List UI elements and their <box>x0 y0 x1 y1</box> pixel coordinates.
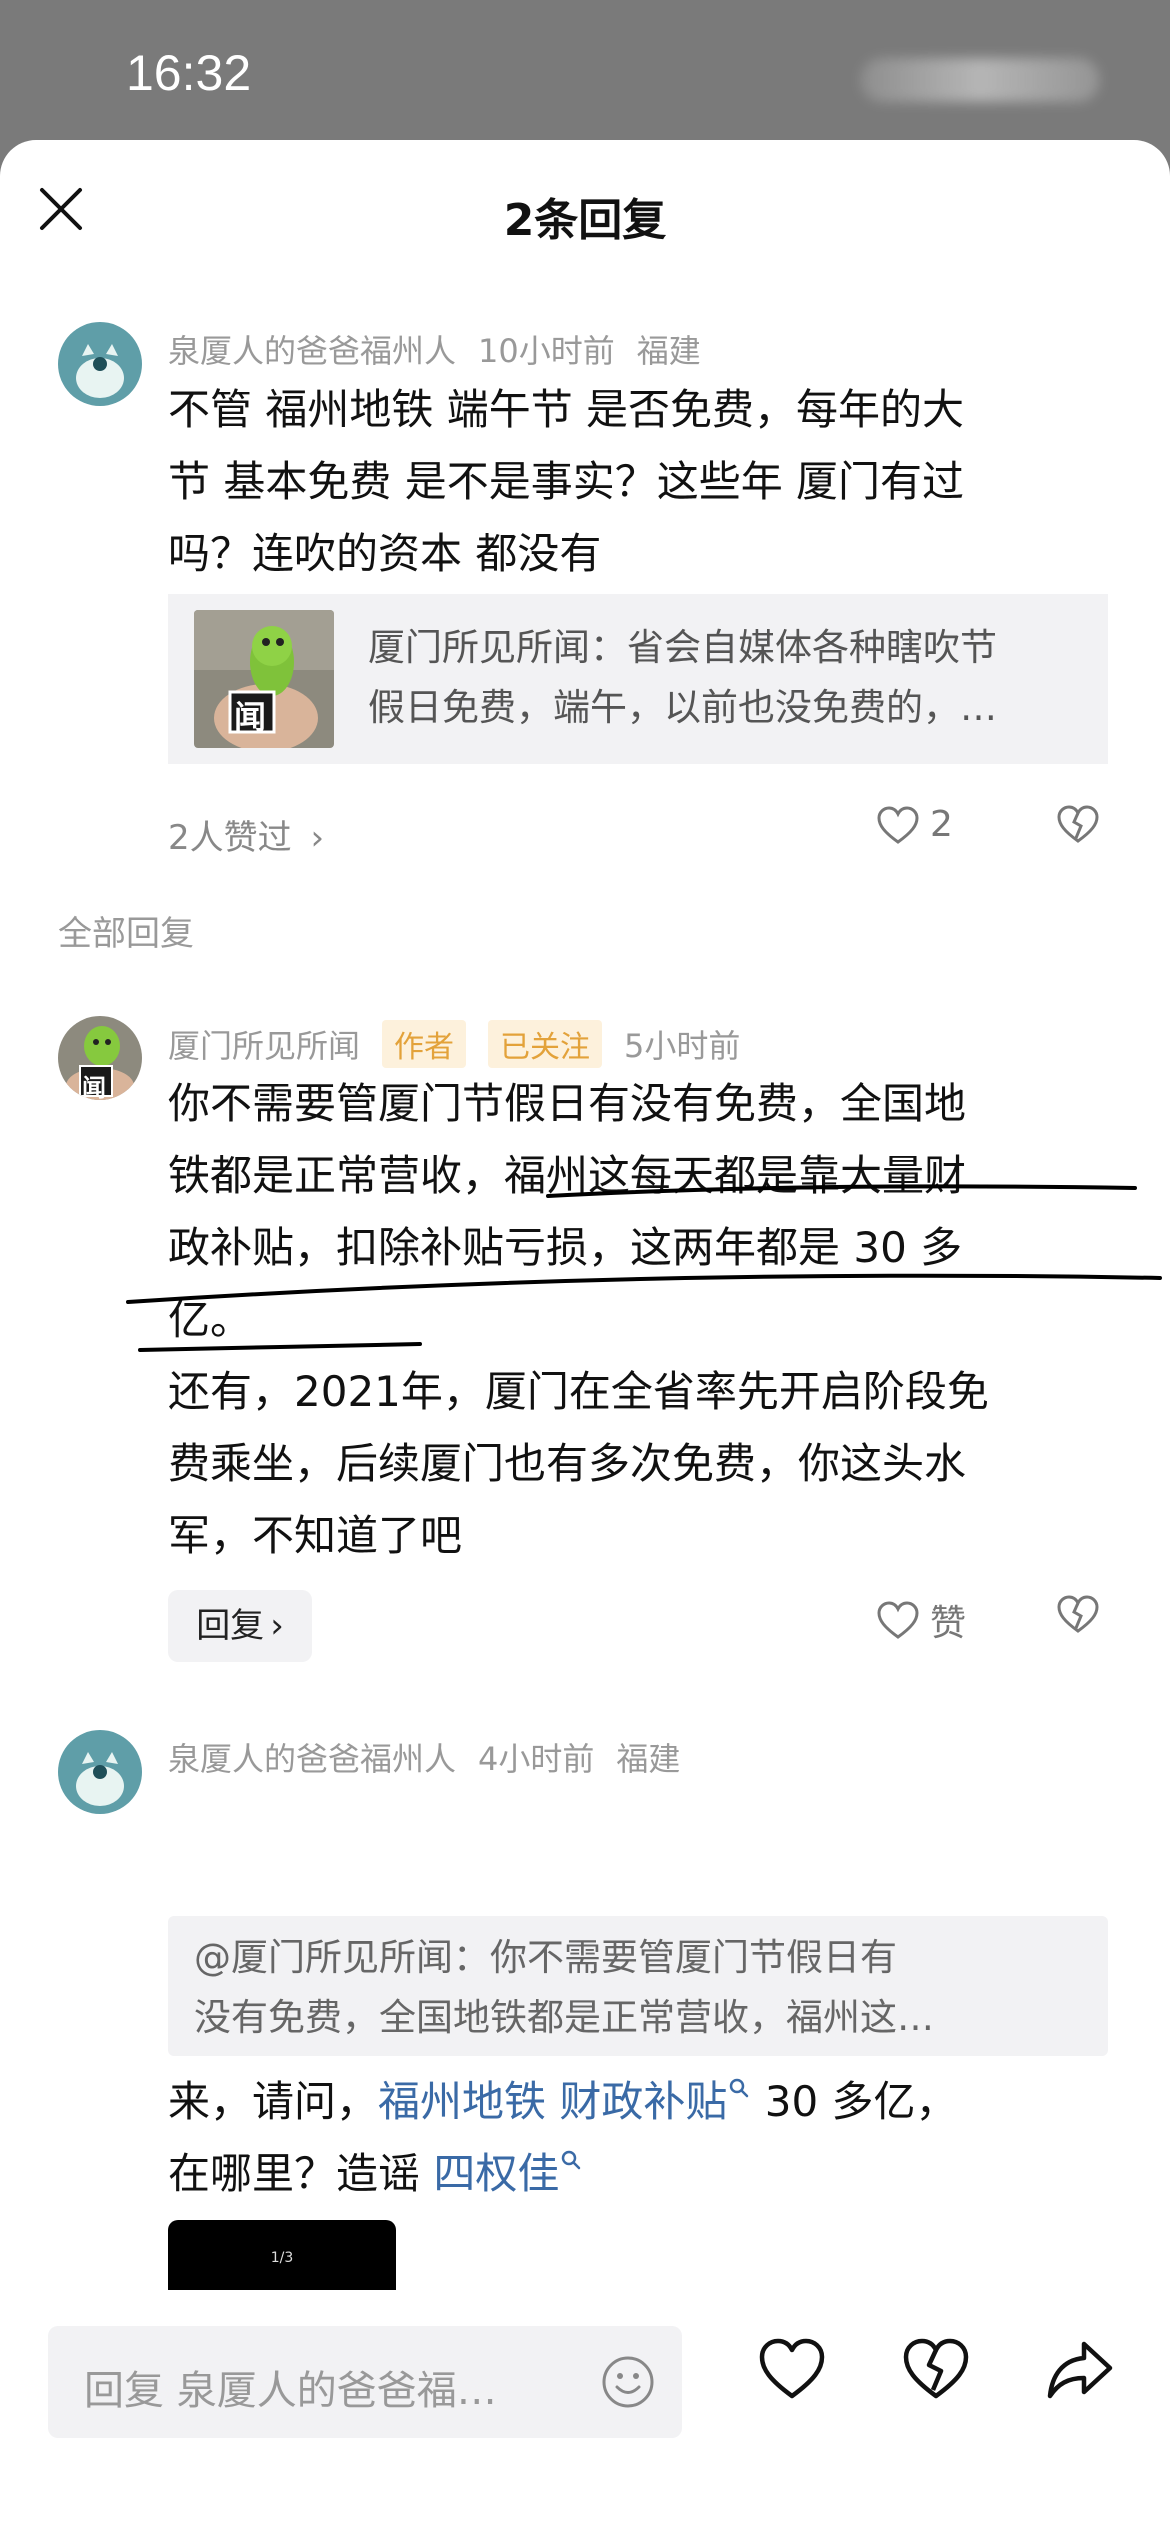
avatar-badge: 闻 <box>82 1074 106 1100</box>
comment-time: 10小时前 <box>478 332 615 370</box>
like-button[interactable]: 赞 <box>876 1594 966 1646</box>
search-link-label: 福州地铁 财政补贴 <box>378 2077 728 2126</box>
comment-time: 4小时前 <box>478 1740 595 1778</box>
avatar[interactable]: 闻 <box>58 1016 142 1100</box>
comment-line: 还有，2021年，厦门在全省率先开启阶段免 <box>168 1367 989 1416</box>
like-label: 赞 <box>930 1603 967 1644</box>
comment-text: 来，请问，福州地铁 财政补贴 30 多亿， 在哪里？造谣 四权佳 <box>168 2066 1128 2210</box>
comment-line: 在哪里？造谣 四权佳 <box>168 2138 1128 2210</box>
comment-text: 不管 福州地铁 端午节 是否免费，每年的大 节 基本免费 是不是事实？这些年 厦… <box>168 374 1088 590</box>
heart-icon <box>759 2338 825 2399</box>
handwritten-underline-marks <box>126 1184 1162 1352</box>
comment-line: 费乘坐，后续厦门也有多次免费，你这头水 <box>168 1439 967 1488</box>
quote-line: @厦门所见所闻：你不需要管厦门节假日有 <box>194 1936 897 1979</box>
sheet-title: 2条回复 <box>503 195 667 246</box>
broken-heart-icon <box>1057 1595 1099 1633</box>
broken-heart-icon <box>1057 805 1099 843</box>
text-segment: 来，请问， <box>168 2077 379 2126</box>
comment-line: 吗？连吹的资本 都没有 <box>168 529 602 578</box>
bottom-bar: 回复 泉厦人的爸爸福… <box>0 2290 1170 2532</box>
comment-location: 福建 <box>616 1740 681 1778</box>
text-segment: 30 多亿， <box>751 2077 958 2126</box>
likers-link[interactable]: 2人赞过 › <box>168 810 324 859</box>
like-action-button[interactable] <box>756 2334 828 2406</box>
likers-link-label: 2人赞过 <box>168 818 292 858</box>
author-name[interactable]: 厦门所见所闻 <box>168 1027 360 1065</box>
image-counter: 1/3 <box>270 2250 294 2266</box>
comment-line: 你不需要管厦门节假日有没有免费，全国地 <box>168 1079 967 1128</box>
reply-input-placeholder: 回复 泉厦人的爸爸福… <box>84 2368 497 2414</box>
avatar[interactable] <box>58 322 142 406</box>
search-icon <box>562 2150 581 2170</box>
comment-line: 节 基本免费 是不是事实？这些年 厦门有过 <box>168 457 965 506</box>
quoted-post-text: 厦门所见所闻：省会自媒体各种瞎吹节 假日免费，端午，以前也没免费的，… <box>368 618 1083 738</box>
quote-line: 没有免费，全国地铁都是正常营收，福州这… <box>194 1996 934 2039</box>
emoji-button[interactable] <box>600 2354 656 2410</box>
dislike-button[interactable] <box>1056 804 1100 844</box>
broken-heart-icon <box>903 2338 969 2399</box>
reply-button[interactable]: 回复 › <box>168 1590 312 1662</box>
author-tag: 作者 <box>382 1020 467 1068</box>
avatar[interactable] <box>58 1730 142 1814</box>
dislike-action-button[interactable] <box>900 2334 972 2406</box>
comment-meta: 泉厦人的爸爸福州人 4小时前 福建 <box>168 1734 702 1780</box>
search-link-subsidy[interactable]: 福州地铁 财政补贴 <box>378 2077 751 2126</box>
quoted-post-thumbnail: 闻 <box>194 610 334 748</box>
comment-line: 来，请问，福州地铁 财政补贴 30 多亿， <box>168 2066 1128 2138</box>
author-name[interactable]: 泉厦人的爸爸福州人 <box>168 332 456 370</box>
comment-meta: 厦门所见所闻 作者 已关注 5小时前 <box>168 1020 762 1068</box>
comment-line: 不管 福州地铁 端午节 是否免费，每年的大 <box>168 385 965 434</box>
like-button[interactable]: 2 <box>876 804 953 845</box>
search-link-name[interactable]: 四权佳 <box>433 2149 583 2198</box>
comment-meta: 泉厦人的爸爸福州人 10小时前 福建 <box>168 326 723 372</box>
text-segment: 在哪里？造谣 <box>168 2149 434 2198</box>
dislike-button[interactable] <box>1056 1594 1100 1634</box>
share-button[interactable] <box>1044 2334 1116 2406</box>
chevron-right-icon: › <box>310 818 325 858</box>
quoted-reply-text: @厦门所见所闻：你不需要管厦门节假日有 没有免费，全国地铁都是正常营收，福州这… <box>194 1928 1084 2048</box>
status-icons-blurred <box>860 58 1100 102</box>
quoted-post-card[interactable]: 闻 厦门所见所闻：省会自媒体各种瞎吹节 假日免费，端午，以前也没免费的，… <box>168 594 1108 764</box>
smiley-icon <box>602 2356 654 2408</box>
chevron-right-icon: › <box>270 1606 284 1646</box>
quoted-reply[interactable]: @厦门所见所闻：你不需要管厦门节假日有 没有免费，全国地铁都是正常营收，福州这… <box>168 1916 1108 2056</box>
reply-input[interactable]: 回复 泉厦人的爸爸福… <box>48 2326 682 2438</box>
following-tag: 已关注 <box>488 1020 603 1068</box>
all-replies-label: 全部回复 <box>58 914 194 954</box>
share-arrow-icon <box>1047 2341 1113 2399</box>
comment-location: 福建 <box>636 332 701 370</box>
comment-line: 军，不知道了吧 <box>168 1511 463 1560</box>
search-link-label: 四权佳 <box>433 2149 560 2198</box>
search-icon <box>730 2078 749 2098</box>
status-time: 16:32 <box>126 45 252 101</box>
thumbnail-badge: 闻 <box>234 698 267 736</box>
heart-icon <box>877 805 919 844</box>
quote-line: 厦门所见所闻：省会自媒体各种瞎吹节 <box>368 626 997 669</box>
like-count: 2 <box>930 804 953 845</box>
comment-time: 5小时前 <box>624 1027 741 1065</box>
quote-line: 假日免费，端午，以前也没免费的，… <box>368 686 997 729</box>
author-name[interactable]: 泉厦人的爸爸福州人 <box>168 1740 456 1778</box>
status-bar: 16:32 <box>0 0 1170 140</box>
reply-button-label: 回复 <box>196 1606 265 1646</box>
replies-sheet: 2条回复 泉厦人的爸爸福州人 10小时前 福建 不管 福州地铁 端午节 是否免费，每… <box>0 140 1170 2532</box>
heart-icon <box>877 1601 919 1639</box>
